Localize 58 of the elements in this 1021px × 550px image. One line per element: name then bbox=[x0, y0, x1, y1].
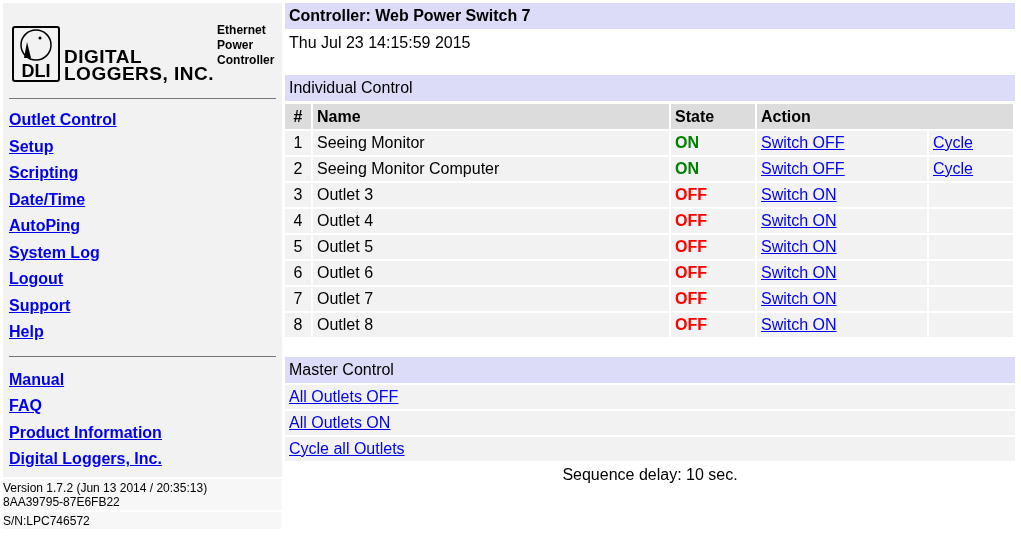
nav-link[interactable]: Product Information bbox=[9, 419, 162, 446]
table-cell: 1 bbox=[285, 129, 313, 155]
state-text: OFF bbox=[671, 181, 757, 207]
sequence-delay: Sequence delay: 10 sec. bbox=[562, 466, 738, 483]
serial-number: S/N:LPC746572 bbox=[3, 513, 91, 528]
table-cell: 6 bbox=[285, 259, 313, 285]
nav-link[interactable]: Setup bbox=[9, 133, 54, 160]
nav-link[interactable]: Help bbox=[9, 319, 44, 346]
product-name: Controller bbox=[217, 53, 275, 68]
column-header: # bbox=[285, 101, 313, 129]
table-cell: Outlet 6 bbox=[313, 259, 671, 285]
state-text: OFF bbox=[671, 311, 757, 337]
nav-link[interactable]: Digital Loggers, Inc. bbox=[9, 446, 162, 473]
version-text: Version 1.7.2 (Jun 13 2014 / 20:35:13) bbox=[3, 480, 209, 495]
state-text: OFF bbox=[671, 207, 757, 233]
state-text: ON bbox=[671, 155, 757, 181]
logo-text: DIGITAL bbox=[64, 48, 144, 65]
state-text: ON bbox=[671, 129, 757, 155]
product-name: Power bbox=[217, 38, 255, 53]
state-text: OFF bbox=[671, 259, 757, 285]
date-time: Thu Jul 23 14:15:59 2015 bbox=[288, 33, 472, 53]
nav-link[interactable]: AutoPing bbox=[9, 213, 81, 240]
nav-link[interactable]: Logout bbox=[9, 266, 64, 293]
master-link[interactable]: Cycle all Outlets bbox=[289, 440, 405, 457]
section-heading: Individual Control bbox=[285, 75, 1015, 101]
column-header: Name bbox=[313, 101, 671, 129]
table-cell: Outlet 4 bbox=[313, 207, 671, 233]
nav-link[interactable]: System Log bbox=[9, 239, 100, 266]
column-header: Action bbox=[757, 101, 1015, 129]
table-cell: Seeing Monitor bbox=[313, 129, 671, 155]
nav-link[interactable]: FAQ bbox=[9, 393, 42, 420]
master-link[interactable]: All Outlets OFF bbox=[289, 388, 399, 405]
nav-link[interactable]: Scripting bbox=[9, 160, 79, 187]
master-link[interactable]: All Outlets ON bbox=[289, 414, 391, 431]
table-cell: 4 bbox=[285, 207, 313, 233]
table-cell: Seeing Monitor Computer bbox=[313, 155, 671, 181]
product-name: Ethernet bbox=[217, 23, 267, 38]
nav-link[interactable]: Support bbox=[9, 292, 71, 319]
table-cell: 3 bbox=[285, 181, 313, 207]
table-cell: 8 bbox=[285, 311, 313, 337]
section-heading: Master Control bbox=[285, 357, 1015, 383]
controller-title: Controller: Web Power Switch 7 bbox=[285, 3, 1015, 29]
table-cell: Outlet 3 bbox=[313, 181, 671, 207]
nav-link[interactable]: Date/Time bbox=[9, 186, 86, 213]
table-cell: Outlet 8 bbox=[313, 311, 671, 337]
nav-link[interactable]: Manual bbox=[9, 366, 65, 393]
nav-link[interactable]: Outlet Control bbox=[9, 107, 117, 134]
state-text: OFF bbox=[671, 285, 757, 311]
table-cell: 2 bbox=[285, 155, 313, 181]
table-cell: 5 bbox=[285, 233, 313, 259]
logo-initials: DLI bbox=[21, 62, 51, 80]
table-cell: Outlet 5 bbox=[313, 233, 671, 259]
table-cell: 7 bbox=[285, 285, 313, 311]
state-text: OFF bbox=[671, 233, 757, 259]
logo-text: LOGGERS, INC. bbox=[64, 65, 215, 82]
column-header: State bbox=[671, 101, 757, 129]
table-cell: Outlet 7 bbox=[313, 285, 671, 311]
device-id: 8AA39795-87E6FB22 bbox=[3, 494, 121, 509]
